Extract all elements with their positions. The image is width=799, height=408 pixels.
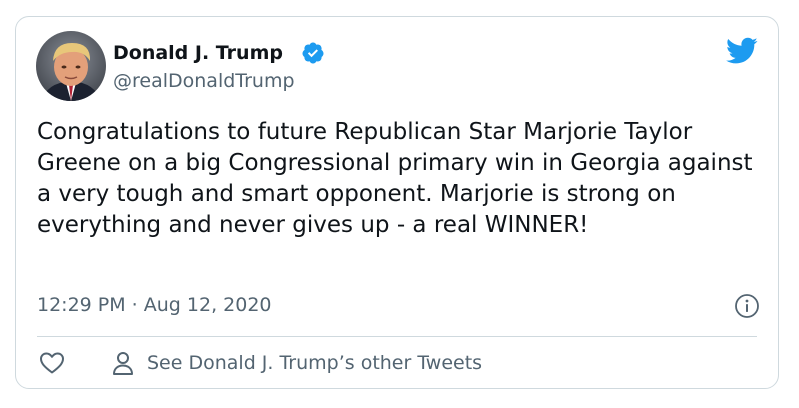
- author-display-name[interactable]: Donald J. Trump: [113, 41, 283, 65]
- user-icon: [113, 352, 133, 375]
- verified-badge-icon: [302, 42, 324, 64]
- tweet-timestamp[interactable]: 12:29 PM · Aug 12, 2020: [37, 293, 272, 317]
- divider: [37, 336, 757, 337]
- info-icon[interactable]: [734, 293, 760, 319]
- heart-icon[interactable]: [38, 349, 66, 377]
- see-other-tweets-label: See Donald J. Trump’s other Tweets: [147, 352, 483, 374]
- author-handle[interactable]: @realDonaldTrump: [113, 69, 295, 93]
- twitter-bird-icon[interactable]: [726, 37, 758, 65]
- tweet-card: Donald J. Trump @realDonaldTrump Congrat…: [15, 16, 779, 389]
- tweet-text: Congratulations to future Republican Sta…: [37, 119, 753, 238]
- avatar[interactable]: [36, 31, 106, 101]
- see-other-tweets-link[interactable]: See Donald J. Trump’s other Tweets: [111, 349, 482, 377]
